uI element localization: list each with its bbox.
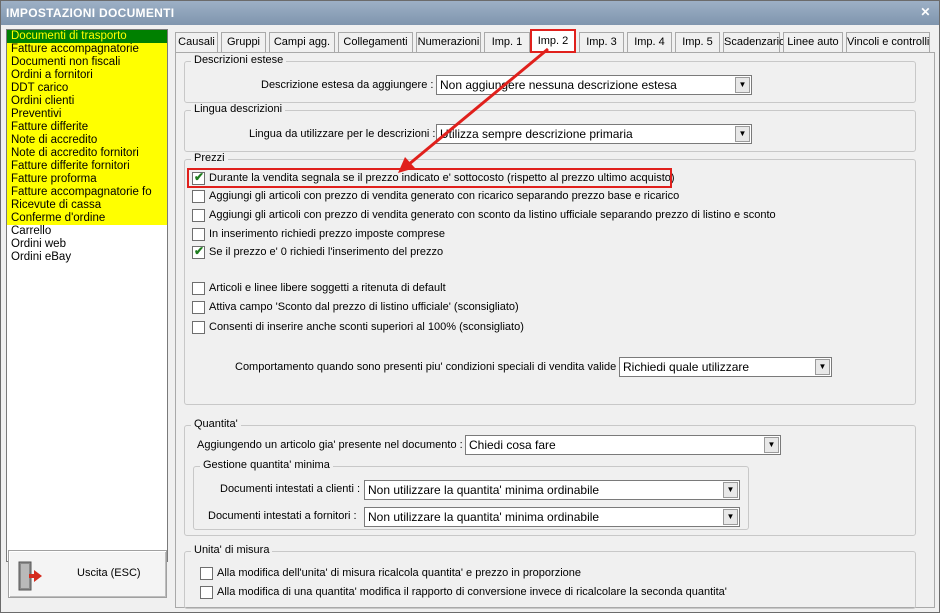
document-type-item[interactable]: Fatture accompagnatorie — [7, 43, 167, 56]
condizioni-select[interactable]: Richiedi quale utilizzare ▼ — [619, 357, 832, 377]
document-type-item[interactable]: Fatture differite fornitori — [7, 160, 167, 173]
tab-scadenzario[interactable]: Scadenzario — [723, 32, 785, 52]
exit-door-icon — [18, 561, 42, 591]
document-type-item[interactable]: Ricevute di cassa — [7, 199, 167, 212]
chevron-down-icon: ▼ — [735, 126, 750, 142]
option-label: In inserimento richiedi prezzo imposte c… — [209, 228, 445, 240]
checkbox-unchecked-icon[interactable] — [192, 321, 205, 334]
annotation-highlight-box — [187, 168, 672, 188]
lingua-select[interactable]: Utilizza sempre descrizione primaria ▼ — [436, 124, 752, 144]
exit-button-label: Uscita (ESC) — [77, 567, 141, 579]
tab-vincoli-e-controlli[interactable]: Vincoli e controlli — [846, 32, 930, 52]
document-type-item[interactable]: Ordini web — [7, 238, 167, 251]
window-body: Documenti di trasporto Fatture accompagna… — [1, 25, 939, 612]
group-title: Quantita' — [191, 418, 241, 430]
option-label: Se il prezzo e' 0 richiedi l'inserimento… — [209, 246, 444, 258]
clienti-select[interactable]: Non utilizzare la quantita' minima ordin… — [364, 480, 740, 500]
group-title: Descrizioni estese — [191, 54, 287, 66]
lingua-value: Utilizza sempre descrizione primaria — [440, 127, 633, 141]
document-type-item[interactable]: Preventivi — [7, 108, 167, 121]
tab-linee-auto[interactable]: Linee auto — [783, 32, 843, 52]
group-title: Prezzi — [191, 152, 228, 164]
fornitori-value: Non utilizzare la quantita' minima ordin… — [368, 510, 600, 524]
document-type-item[interactable]: Documenti non fiscali — [7, 56, 167, 69]
option-label: Alla modifica dell'unita' di misura rica… — [217, 567, 581, 579]
descrizione-estesa-label: Descrizione estesa da aggiungere : — [261, 79, 434, 91]
document-type-item[interactable]: Ordini a fornitori — [7, 69, 167, 82]
document-type-item[interactable]: Carrello — [7, 225, 167, 238]
group-title: Unita' di misura — [191, 544, 273, 556]
document-type-item[interactable]: Conferme d'ordine — [7, 212, 167, 225]
exit-button[interactable]: Uscita (ESC) — [8, 550, 167, 598]
option-label: Aggiungi gli articoli con prezzo di vend… — [209, 190, 680, 202]
document-type-item[interactable]: Fatture accompagnatorie fo — [7, 186, 167, 199]
quantita-label: Aggiungendo un articolo gia' presente ne… — [197, 439, 463, 451]
checkbox-checked-icon[interactable]: ✔ — [192, 244, 205, 259]
document-type-list[interactable]: Documenti di trasporto Fatture accompagna… — [6, 29, 168, 562]
group-descrizioni-estese: Descrizioni estese Descrizione estesa da… — [184, 54, 916, 103]
option-label: Attiva campo 'Sconto dal prezzo di listi… — [209, 301, 519, 313]
group-gestione-quantita-minima: Gestione quantita' minima Documenti inte… — [193, 459, 749, 530]
chevron-down-icon: ▼ — [815, 359, 830, 375]
chevron-down-icon: ▼ — [723, 509, 738, 525]
document-type-item[interactable]: Note di accredito fornitori — [7, 147, 167, 160]
document-type-item[interactable]: Note di accredito — [7, 134, 167, 147]
quantita-select[interactable]: Chiedi cosa fare ▼ — [465, 435, 781, 455]
chevron-down-icon: ▼ — [735, 77, 750, 93]
checkbox-unchecked-icon[interactable] — [192, 209, 205, 222]
tab-panel-imp2: Descrizioni estese Descrizione estesa da… — [175, 52, 935, 609]
lingua-label: Lingua da utilizzare per le descrizioni … — [249, 128, 436, 140]
group-lingua-descrizioni: Lingua descrizioni Lingua da utilizzare … — [184, 103, 916, 152]
group-title: Lingua descrizioni — [191, 103, 286, 115]
group-title: Gestione quantita' minima — [200, 459, 333, 471]
checkbox-unchecked-icon[interactable] — [192, 282, 205, 295]
quantita-value: Chiedi cosa fare — [469, 438, 556, 452]
tab-campi-agg[interactable]: Campi agg. — [269, 32, 335, 52]
group-prezzi: Prezzi ✔ Durante la vendita segnala se il… — [184, 152, 916, 405]
document-type-item[interactable]: Documenti di trasporto — [7, 30, 167, 43]
tab-imp-2[interactable]: Imp. 2 — [530, 29, 576, 53]
settings-tab-strip: Causali Gruppi Campi agg. Collegamenti Numer… — [175, 29, 935, 53]
condizioni-value: Richiedi quale utilizzare — [623, 360, 750, 374]
chevron-down-icon: ▼ — [764, 437, 779, 453]
tab-imp-5[interactable]: Imp. 5 — [675, 32, 720, 52]
checkbox-unchecked-icon[interactable] — [192, 190, 205, 203]
checkbox-unchecked-icon[interactable] — [192, 228, 205, 241]
checkbox-unchecked-icon[interactable] — [200, 567, 213, 580]
option-label: Alla modifica di una quantita' modifica … — [217, 586, 727, 598]
tab-imp-4[interactable]: Imp. 4 — [627, 32, 672, 52]
option-label: Consenti di inserire anche sconti superi… — [209, 321, 524, 333]
tab-causali[interactable]: Causali — [175, 32, 218, 52]
document-type-item[interactable]: Fatture proforma — [7, 173, 167, 186]
tab-gruppi[interactable]: Gruppi — [221, 32, 266, 52]
fornitori-label: Documenti intestati a fornitori : — [208, 510, 357, 522]
clienti-label: Documenti intestati a clienti : — [220, 483, 361, 495]
clienti-value: Non utilizzare la quantita' minima ordin… — [368, 483, 600, 497]
window-title: IMPOSTAZIONI DOCUMENTI — [6, 6, 175, 20]
group-quantita: Quantita' Aggiungendo un articolo gia' p… — [184, 418, 916, 536]
close-icon[interactable]: ✕ — [918, 5, 933, 20]
document-type-item[interactable]: DDT carico — [7, 82, 167, 95]
document-type-item[interactable]: Fatture differite — [7, 121, 167, 134]
tab-numerazioni[interactable]: Numerazioni — [416, 32, 481, 52]
title-bar: IMPOSTAZIONI DOCUMENTI ✕ — [1, 1, 939, 25]
fornitori-select[interactable]: Non utilizzare la quantita' minima ordin… — [364, 507, 740, 527]
document-type-item[interactable]: Ordini eBay — [7, 251, 167, 264]
option-label: Aggiungi gli articoli con prezzo di vend… — [209, 209, 776, 221]
condizioni-label: Comportamento quando sono presenti piu' … — [235, 361, 623, 373]
option-label: Articoli e linee libere soggetti a riten… — [209, 282, 446, 294]
descrizione-estesa-select[interactable]: Non aggiungere nessuna descrizione estes… — [436, 75, 752, 95]
chevron-down-icon: ▼ — [723, 482, 738, 498]
settings-window: IMPOSTAZIONI DOCUMENTI ✕ Documenti di tr… — [0, 0, 940, 613]
tab-collegamenti[interactable]: Collegamenti — [338, 32, 413, 52]
checkbox-unchecked-icon[interactable] — [192, 301, 205, 314]
descrizione-estesa-value: Non aggiungere nessuna descrizione estes… — [440, 78, 677, 92]
document-type-item[interactable]: Ordini clienti — [7, 95, 167, 108]
group-unita-misura: Unita' di misura Alla modifica dell'unit… — [184, 544, 916, 609]
tab-imp-1[interactable]: Imp. 1 — [484, 32, 530, 52]
tab-imp-3[interactable]: Imp. 3 — [579, 32, 624, 52]
checkbox-unchecked-icon[interactable] — [200, 586, 213, 599]
